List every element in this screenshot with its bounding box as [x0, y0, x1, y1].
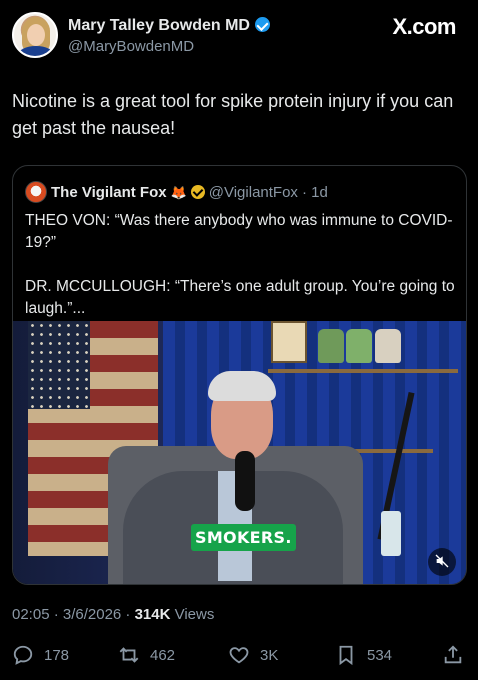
repost-icon: [119, 647, 139, 663]
fox-emoji-icon: 🦊: [170, 185, 187, 200]
author-name-row[interactable]: Mary Talley Bowden MD: [68, 17, 270, 35]
views-count: 314K: [134, 606, 171, 623]
site-label: X.com: [392, 14, 456, 39]
drink-can: [381, 511, 401, 556]
like-button[interactable]: 3K: [228, 640, 278, 670]
quoted-tweet-time: · 1d: [301, 184, 328, 201]
author-avatar[interactable]: [12, 12, 58, 58]
author-name[interactable]: Mary Talley Bowden MD: [68, 17, 250, 34]
plant: [318, 329, 344, 363]
shelf-poster: [271, 321, 307, 363]
verified-badge-icon: [254, 17, 270, 32]
like-icon: [229, 647, 249, 664]
quoted-tweet-text: THEO VON: “Was there anybody who was imm…: [25, 212, 455, 317]
mute-icon[interactable]: [428, 548, 456, 576]
guest-hair: [208, 371, 276, 401]
share-icon: [444, 645, 462, 664]
gold-verified-icon: [190, 185, 205, 199]
video-caption: SMOKERS.: [191, 524, 296, 551]
bookmark-button[interactable]: 534: [335, 640, 392, 670]
repost-count: 462: [150, 646, 176, 664]
quoted-tweet[interactable]: The Vigilant Fox 🦊 @VigilantFox · 1d THEO V…: [12, 165, 467, 585]
tweet-header: Mary Talley Bowden MD @MaryBowdenMD X.co…: [0, 0, 478, 72]
reply-button[interactable]: 178: [12, 640, 69, 670]
like-count: 3K: [260, 646, 279, 664]
repost-button[interactable]: 462: [118, 640, 175, 670]
tweet-text: Nicotine is a great tool for spike prote…: [12, 91, 454, 138]
reply-count: 178: [44, 646, 70, 664]
bookmark-count: 534: [367, 646, 393, 664]
views-label: Views: [170, 606, 215, 623]
tweet-meta: 02:05 · 3/6/2026 · 314K Views: [12, 606, 214, 623]
quoted-author-handle[interactable]: @VigilantFox: [209, 184, 298, 201]
tweet-timestamp[interactable]: 02:05 · 3/6/2026 ·: [12, 606, 135, 623]
share-button[interactable]: [442, 640, 474, 670]
action-bar: 178 462 3K 534: [0, 640, 478, 670]
quoted-author-name[interactable]: The Vigilant Fox: [51, 184, 167, 201]
shelf: [268, 369, 458, 373]
microphone: [235, 451, 255, 511]
quoted-author-avatar[interactable]: [25, 181, 47, 203]
quoted-tweet-header: The Vigilant Fox 🦊 @VigilantFox · 1d: [25, 181, 328, 203]
plant: [346, 329, 372, 363]
bookmark-icon: [339, 645, 353, 666]
reply-icon: [13, 645, 33, 665]
author-handle[interactable]: @MaryBowdenMD: [68, 38, 194, 55]
video-player[interactable]: SMOKERS.: [13, 321, 466, 584]
vase: [375, 329, 401, 363]
